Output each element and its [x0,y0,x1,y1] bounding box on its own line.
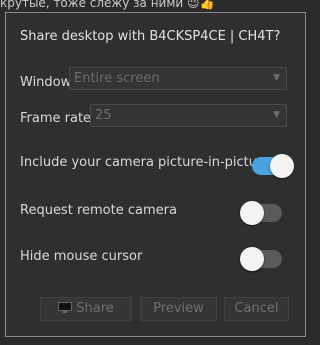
hide-cursor-toggle[interactable] [240,247,282,271]
window-select[interactable]: Entire screen ▼ [69,67,287,90]
monitor-icon [58,302,73,313]
preview-button-label: Preview [153,301,204,316]
toggle-knob [240,247,264,271]
toggle-knob [270,154,294,178]
frame-rate-select-value: 25 [95,108,112,123]
share-desktop-dialog: Share desktop with B4CKSP4CE | CH4T? Win… [5,12,306,337]
cancel-button-label: Cancel [234,301,279,316]
remote-camera-toggle[interactable] [240,201,282,225]
frame-rate-select[interactable]: 25 ▼ [90,104,287,127]
window-label: Window: [20,75,75,90]
cancel-button[interactable]: Cancel [224,297,289,321]
dialog-title: Share desktop with B4CKSP4CE | CH4T? [20,29,281,44]
toggle-label-hide-cursor: Hide mouse cursor [20,249,143,264]
window-select-value: Entire screen [74,71,160,86]
preview-button[interactable]: Preview [140,297,217,321]
toggle-label-camera-pip: Include your camera picture-in-picture [20,155,271,170]
camera-pip-toggle[interactable] [252,154,294,178]
frame-rate-label: Frame rate: [20,111,96,126]
chat-background-text: крутые, тоже слежу за ними 😉👍 [0,0,215,10]
toggle-knob [240,201,264,225]
chevron-down-icon: ▼ [273,110,280,120]
toggle-label-remote-camera: Request remote camera [20,203,177,218]
share-button[interactable]: Share [40,297,132,321]
share-button-label: Share [76,301,114,316]
chevron-down-icon: ▼ [273,73,280,83]
